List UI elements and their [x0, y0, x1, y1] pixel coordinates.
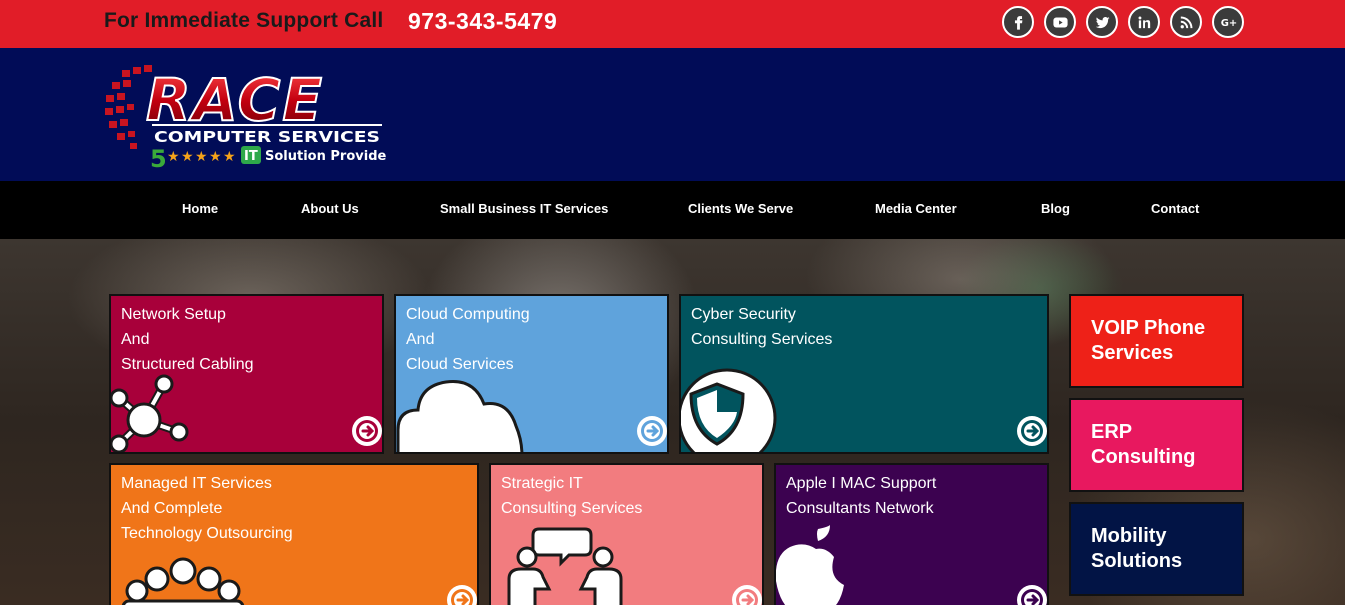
youtube-icon[interactable] — [1044, 6, 1076, 38]
side-voip-phone-services[interactable]: VOIP Phone Services — [1069, 294, 1244, 388]
side-erp-consulting[interactable]: ERP Consulting — [1069, 398, 1244, 492]
support-phone-link[interactable]: 973-343-5479 — [408, 8, 557, 35]
tile-cyber-title: Cyber Security Consulting Services — [691, 306, 833, 348]
tile-strategic-arrow-icon[interactable] — [732, 585, 762, 605]
tile-apple-arrow-icon[interactable] — [1017, 585, 1047, 605]
nav-about-us[interactable]: About Us — [301, 201, 359, 216]
tile-cloud-title: Cloud Computing And Cloud Services — [406, 306, 530, 373]
tile-apple-mac[interactable]: Apple I MAC Support Consultants Network — [774, 463, 1049, 605]
tile-managed-it[interactable]: Managed IT Services And Complete Technolog… — [109, 463, 479, 605]
google-plus-icon[interactable]: G+ — [1212, 6, 1244, 38]
logo-it-badge: IT — [244, 149, 258, 164]
nav-contact[interactable]: Contact — [1151, 201, 1199, 216]
social-links: G+ — [1002, 6, 1244, 38]
network-icon — [111, 374, 189, 452]
support-label: For Immediate Support Call — [104, 9, 384, 32]
nav-small-business-it-services[interactable]: Small Business IT Services — [440, 201, 608, 216]
main-nav: Home About Us Small Business IT Services… — [0, 181, 1345, 239]
tile-cloud-arrow-icon[interactable] — [637, 416, 667, 446]
top-support-bar: For Immediate Support Call 973-343-5479 … — [0, 0, 1345, 48]
svg-text:★: ★ — [195, 149, 208, 165]
tile-apple-title: Apple I MAC Support Consultants Network — [786, 475, 937, 517]
apple-icon — [776, 525, 844, 605]
side-mobility-solutions[interactable]: Mobility Solutions — [1069, 502, 1244, 596]
logo-name: RACE — [146, 66, 324, 134]
logo-subtitle: COMPUTER SERVICES — [154, 128, 380, 146]
side-erp-title: ERP Consulting — [1091, 421, 1196, 468]
rss-icon[interactable] — [1170, 6, 1202, 38]
svg-text:★: ★ — [209, 149, 222, 165]
shield-icon — [681, 368, 777, 452]
tile-managed-title: Managed IT Services And Complete Technolog… — [121, 475, 293, 542]
nav-media-center[interactable]: Media Center — [875, 201, 957, 216]
svg-text:★: ★ — [223, 149, 236, 165]
svg-text:G+: G+ — [1220, 18, 1236, 29]
site-header: RACE COMPUTER SERVICES 5 ★ ★ ★ ★ ★ IT Soluti… — [0, 48, 1345, 181]
race-logo[interactable]: RACE COMPUTER SERVICES 5 ★ ★ ★ ★ ★ IT Soluti… — [102, 60, 387, 172]
group-icon — [121, 557, 245, 605]
nav-home[interactable]: Home — [182, 201, 218, 216]
linkedin-icon[interactable] — [1128, 6, 1160, 38]
tile-cyber-arrow-icon[interactable] — [1017, 416, 1047, 446]
tile-managed-arrow-icon[interactable] — [447, 585, 477, 605]
logo-tagline: Solution Provider — [265, 149, 387, 164]
nav-clients-we-serve[interactable]: Clients We Serve — [688, 201, 793, 216]
side-mobility-title: Mobility Solutions — [1091, 525, 1183, 572]
facebook-icon[interactable] — [1002, 6, 1034, 38]
tile-network-setup[interactable]: Network Setup And Structured Cabling — [109, 294, 384, 454]
tile-cloud-computing[interactable]: Cloud Computing And Cloud Services — [394, 294, 669, 454]
twitter-icon[interactable] — [1086, 6, 1118, 38]
svg-text:★: ★ — [181, 149, 194, 165]
tile-network-arrow-icon[interactable] — [352, 416, 382, 446]
nav-blog[interactable]: Blog — [1041, 201, 1070, 216]
tile-strategic-it[interactable]: Strategic IT Consulting Services — [489, 463, 764, 605]
logo-rating-number: 5 — [150, 145, 167, 172]
svg-text:★: ★ — [167, 149, 180, 165]
consulting-icon — [507, 527, 623, 605]
tile-strategic-title: Strategic IT Consulting Services — [501, 475, 643, 517]
cloud-icon — [396, 379, 524, 452]
side-voip-title: VOIP Phone Services — [1091, 317, 1206, 364]
tile-cyber-security[interactable]: Cyber Security Consulting Services — [679, 294, 1049, 454]
tile-network-title: Network Setup And Structured Cabling — [121, 306, 254, 373]
